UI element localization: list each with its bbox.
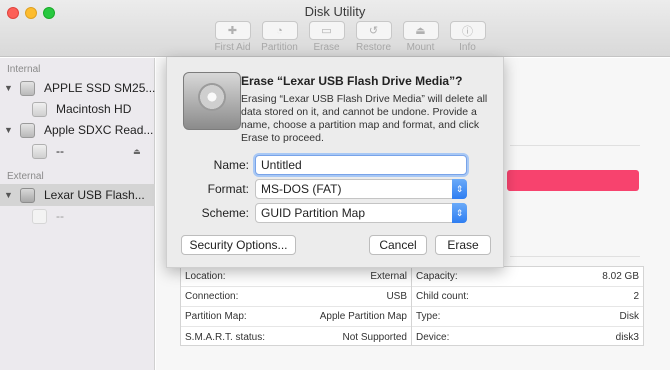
external-disk-icon xyxy=(183,72,241,130)
info-row: Child count: 2 xyxy=(412,287,643,307)
info-row: Capacity: 8.02 GB xyxy=(412,267,643,287)
toolbar-erase[interactable]: ▭ Erase xyxy=(304,21,349,53)
first-aid-icon: ✚ xyxy=(214,21,251,40)
toolbar-label: First Aid xyxy=(214,42,251,53)
info-row: Partition Map: Apple Partition Map xyxy=(181,307,411,327)
sidebar-item-label: Apple SDXC Read... xyxy=(44,123,154,137)
toolbar: ✚ First Aid ◔ Partition ▭ Erase ↺ Restor… xyxy=(210,21,492,53)
info-key: S.M.A.R.T. status: xyxy=(185,331,266,343)
chevron-up-down-icon: ⇕ xyxy=(452,203,467,223)
info-value: disk3 xyxy=(615,331,639,343)
external-disk-icon xyxy=(20,187,35,203)
toolbar-info[interactable]: ⓘ Info xyxy=(445,21,490,53)
disclosure-triangle-icon[interactable]: ▼ xyxy=(4,190,13,200)
info-column-left: Location: External Connection: USB Parti… xyxy=(181,267,412,345)
toolbar-mount[interactable]: ⏏ Mount xyxy=(398,21,443,53)
info-key: Child count: xyxy=(416,291,469,302)
toolbar-label: Mount xyxy=(406,42,435,53)
info-row: Location: External xyxy=(181,267,411,287)
disk-info-table: Location: External Connection: USB Parti… xyxy=(180,266,644,346)
info-column-right: Capacity: 8.02 GB Child count: 2 Type: D… xyxy=(412,267,643,345)
info-row: Type: Disk xyxy=(412,307,643,327)
info-value: External xyxy=(370,271,407,282)
info-value: Apple Partition Map xyxy=(319,311,407,322)
sidebar-item-apple-ssd[interactable]: ▼ APPLE SSD SM25... xyxy=(0,77,155,99)
sidebar-item-lexar-volume[interactable]: -- xyxy=(0,205,155,227)
format-select-value: MS-DOS (FAT) xyxy=(261,182,342,196)
sidebar-item-label: APPLE SSD SM25... xyxy=(44,81,156,95)
scheme-select-value: GUID Partition Map xyxy=(261,206,366,220)
name-field[interactable]: Untitled xyxy=(255,155,467,175)
disclosure-triangle-icon[interactable]: ▼ xyxy=(4,83,13,93)
name-label: Name: xyxy=(213,158,249,172)
info-value: Not Supported xyxy=(342,331,408,343)
info-value: USB xyxy=(386,291,407,302)
name-field-value: Untitled xyxy=(261,158,302,172)
erase-sheet: Erase “Lexar USB Flash Drive Media”? Era… xyxy=(166,57,504,268)
scheme-select[interactable]: GUID Partition Map ⇕ xyxy=(255,203,467,223)
chevron-up-down-icon: ⇕ xyxy=(452,179,467,199)
toolbar-partition[interactable]: ◔ Partition xyxy=(257,21,302,53)
toolbar-label: Restore xyxy=(355,42,391,53)
sidebar-item-macintosh-hd[interactable]: Macintosh HD xyxy=(0,98,155,120)
usage-bar xyxy=(507,170,639,191)
window-title: Disk Utility xyxy=(304,4,366,19)
info-key: Device: xyxy=(416,331,450,343)
toolbar-restore[interactable]: ↺ Restore xyxy=(351,21,396,53)
sidebar-section-internal: Internal xyxy=(7,64,41,75)
info-key: Location: xyxy=(185,271,226,282)
info-value: 2 xyxy=(633,291,639,302)
sidebar-item-label: -- xyxy=(56,144,64,158)
info-icon: ⓘ xyxy=(449,21,486,40)
format-select[interactable]: MS-DOS (FAT) ⇕ xyxy=(255,179,467,199)
volume-icon xyxy=(32,208,47,224)
volume-icon xyxy=(32,143,47,159)
sheet-message: Erasing “Lexar USB Flash Drive Media” wi… xyxy=(241,93,488,144)
eject-icon[interactable]: ⏏ xyxy=(133,147,141,156)
info-value: 8.02 GB xyxy=(602,271,639,282)
info-value: Disk xyxy=(619,311,639,322)
partition-icon: ◔ xyxy=(261,21,298,40)
toolbar-label: Info xyxy=(459,42,476,53)
toolbar-label: Erase xyxy=(313,42,340,53)
info-key: Capacity: xyxy=(416,271,458,282)
info-row: Device: disk3 xyxy=(412,327,643,347)
sidebar: Internal ▼ APPLE SSD SM25... Macintosh H… xyxy=(0,58,155,370)
sidebar-item-sdxc-volume[interactable]: -- ⏏ xyxy=(0,140,155,162)
security-options-button[interactable]: Security Options... xyxy=(181,235,296,255)
divider xyxy=(510,256,640,257)
sidebar-item-label: Lexar USB Flash... xyxy=(44,188,145,202)
volume-icon xyxy=(32,101,47,117)
info-key: Type: xyxy=(416,311,441,322)
erase-button[interactable]: Erase xyxy=(435,235,491,255)
internal-disk-icon xyxy=(20,122,35,138)
sidebar-item-label: Macintosh HD xyxy=(56,102,132,116)
info-key: Partition Map: xyxy=(185,311,247,322)
cancel-button[interactable]: Cancel xyxy=(369,235,427,255)
toolbar-label: Partition xyxy=(261,42,298,53)
divider xyxy=(510,145,640,146)
sheet-title: Erase “Lexar USB Flash Drive Media”? xyxy=(241,74,463,88)
sidebar-item-label: -- xyxy=(56,209,64,223)
title-bar: Disk Utility ✚ First Aid ◔ Partition ▭ E… xyxy=(0,0,670,57)
sidebar-section-external: External xyxy=(7,171,44,182)
info-row: Connection: USB xyxy=(181,287,411,307)
info-key: Connection: xyxy=(185,291,239,302)
mount-icon: ⏏ xyxy=(402,21,439,40)
scheme-label: Scheme: xyxy=(201,206,249,220)
info-row: S.M.A.R.T. status: Not Supported xyxy=(181,327,411,347)
restore-icon: ↺ xyxy=(355,21,392,40)
sidebar-item-lexar-usb[interactable]: ▼ Lexar USB Flash... xyxy=(0,184,155,206)
format-label: Format: xyxy=(207,182,249,196)
sidebar-item-apple-sdxc[interactable]: ▼ Apple SDXC Read... xyxy=(0,119,155,141)
erase-icon: ▭ xyxy=(308,21,345,40)
disclosure-triangle-icon[interactable]: ▼ xyxy=(4,125,13,135)
toolbar-first-aid[interactable]: ✚ First Aid xyxy=(210,21,255,53)
internal-disk-icon xyxy=(20,80,35,96)
